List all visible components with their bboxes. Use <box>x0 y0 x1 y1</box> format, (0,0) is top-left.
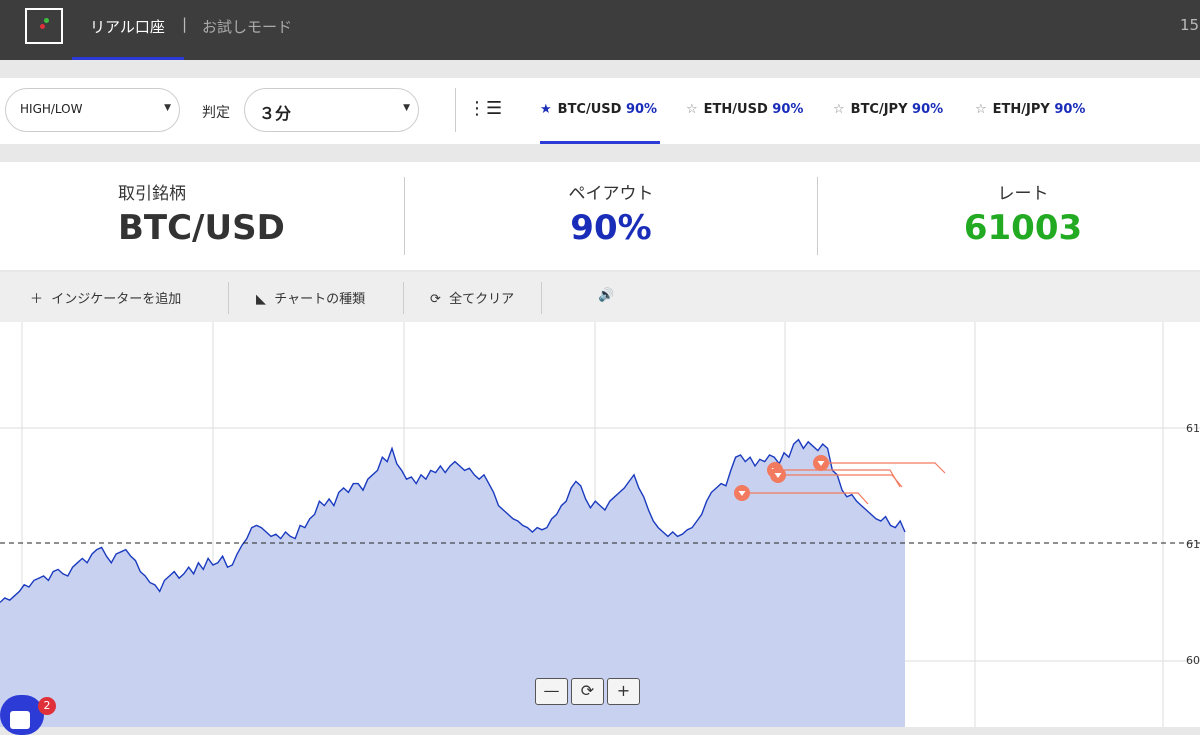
refresh-icon: ⟳ <box>430 292 441 307</box>
info-panel: 取引銘柄 BTC/USD ペイアウト 90% レート 61003 <box>0 162 1200 270</box>
y-tick-label: 61 <box>1186 422 1200 435</box>
symbol-payout: 90% <box>1054 102 1086 117</box>
symbol-payout: 90% <box>912 102 944 117</box>
tab-real-account-label: リアル口座 <box>90 18 165 36</box>
active-tab-underline <box>72 57 184 60</box>
zoom-in-button[interactable]: + <box>607 678 640 705</box>
y-tick-label: 60 <box>1186 654 1200 667</box>
chevron-down-icon: ▼ <box>164 103 171 113</box>
tab-btc-usd[interactable]: ★ BTC/USD 90% <box>540 78 660 144</box>
star-outline-icon[interactable]: ☆ <box>975 102 987 117</box>
tab-real-account[interactable]: リアル口座 <box>72 0 184 60</box>
symbol-value: BTC/USD <box>118 208 285 248</box>
area-chart-icon: ◣ <box>256 292 266 307</box>
tools-divider <box>228 282 229 314</box>
sound-icon[interactable]: 🔊 <box>598 288 614 303</box>
y-tick-label: 610 <box>1186 538 1200 551</box>
plus-icon: ＋ <box>30 292 44 307</box>
symbol-name: ETH/JPY <box>992 102 1050 117</box>
star-filled-icon[interactable]: ★ <box>540 102 552 117</box>
expiry-value: ３分 <box>259 104 292 123</box>
clear-all-button[interactable]: ⟳ 全てクリア <box>430 288 514 307</box>
tab-demo-mode[interactable]: お試しモード <box>202 16 292 37</box>
symbol-name: BTC/USD <box>557 102 622 117</box>
chat-button[interactable] <box>0 695 44 735</box>
tools-divider <box>541 282 542 314</box>
price-chart-svg[interactable]: 61 610 60 <box>0 322 1200 727</box>
active-tab-underline <box>540 141 660 144</box>
clear-all-label: 全てクリア <box>449 292 515 307</box>
star-outline-icon[interactable]: ☆ <box>686 102 698 117</box>
tools-divider <box>403 282 404 314</box>
expiry-label: 判定 <box>202 105 230 121</box>
clock: 15 <box>1180 16 1200 34</box>
trade-line <box>821 462 946 474</box>
chart-tools-bar: ＋ インジケーターを追加 ◣ チャートの種類 ⟳ 全てクリア 🔊 <box>0 272 1200 322</box>
chart-type-label: チャートの種類 <box>274 292 366 307</box>
expiry-select[interactable]: ３分 ▼ <box>244 88 419 132</box>
symbol-payout: 90% <box>772 102 804 117</box>
add-indicator-label: インジケーターを追加 <box>51 292 182 307</box>
trade-toolbar: HIGH/LOW ▼ 判定 ３分 ▼ ⋮☰ ★ BTC/USD 90% ☆ ETH/… <box>0 78 1200 144</box>
chart-type-button[interactable]: ◣ チャートの種類 <box>256 288 365 307</box>
menu-icon[interactable]: ⋮☰ <box>468 98 502 119</box>
zoom-out-button[interactable]: — <box>535 678 568 705</box>
chat-icon <box>10 711 30 729</box>
symbol-payout: 90% <box>625 102 658 117</box>
price-chart[interactable]: 61 610 60 — ⟳ + <box>0 322 1200 727</box>
symbol-label: 取引銘柄 <box>118 184 186 204</box>
payout-info: ペイアウト 90% <box>405 162 817 270</box>
symbol-name: ETH/USD <box>703 102 768 117</box>
price-area <box>0 439 905 727</box>
trade-type-select[interactable]: HIGH/LOW ▼ <box>5 88 180 132</box>
rate-info: レート 61003 <box>817 162 1200 270</box>
payout-label: ペイアウト <box>568 184 654 204</box>
toolbar-divider <box>455 88 456 132</box>
logo-icon[interactable] <box>25 8 63 44</box>
add-indicator-button[interactable]: ＋ インジケーターを追加 <box>30 288 181 307</box>
header-separator: | <box>182 15 188 33</box>
symbol-name: BTC/JPY <box>850 102 908 117</box>
chevron-down-icon: ▼ <box>403 103 410 113</box>
trade-type-value: HIGH/LOW <box>20 102 83 116</box>
payout-value: 90% <box>570 208 652 248</box>
top-bar: リアル口座 | お試しモード 15 <box>0 0 1200 60</box>
star-outline-icon[interactable]: ☆ <box>833 102 845 117</box>
rate-value: 61003 <box>963 208 1083 248</box>
zoom-reset-button[interactable]: ⟳ <box>571 678 604 705</box>
symbol-info: 取引銘柄 BTC/USD <box>0 162 405 270</box>
notification-badge: 2 <box>38 697 56 715</box>
rate-label: レート <box>997 184 1049 204</box>
